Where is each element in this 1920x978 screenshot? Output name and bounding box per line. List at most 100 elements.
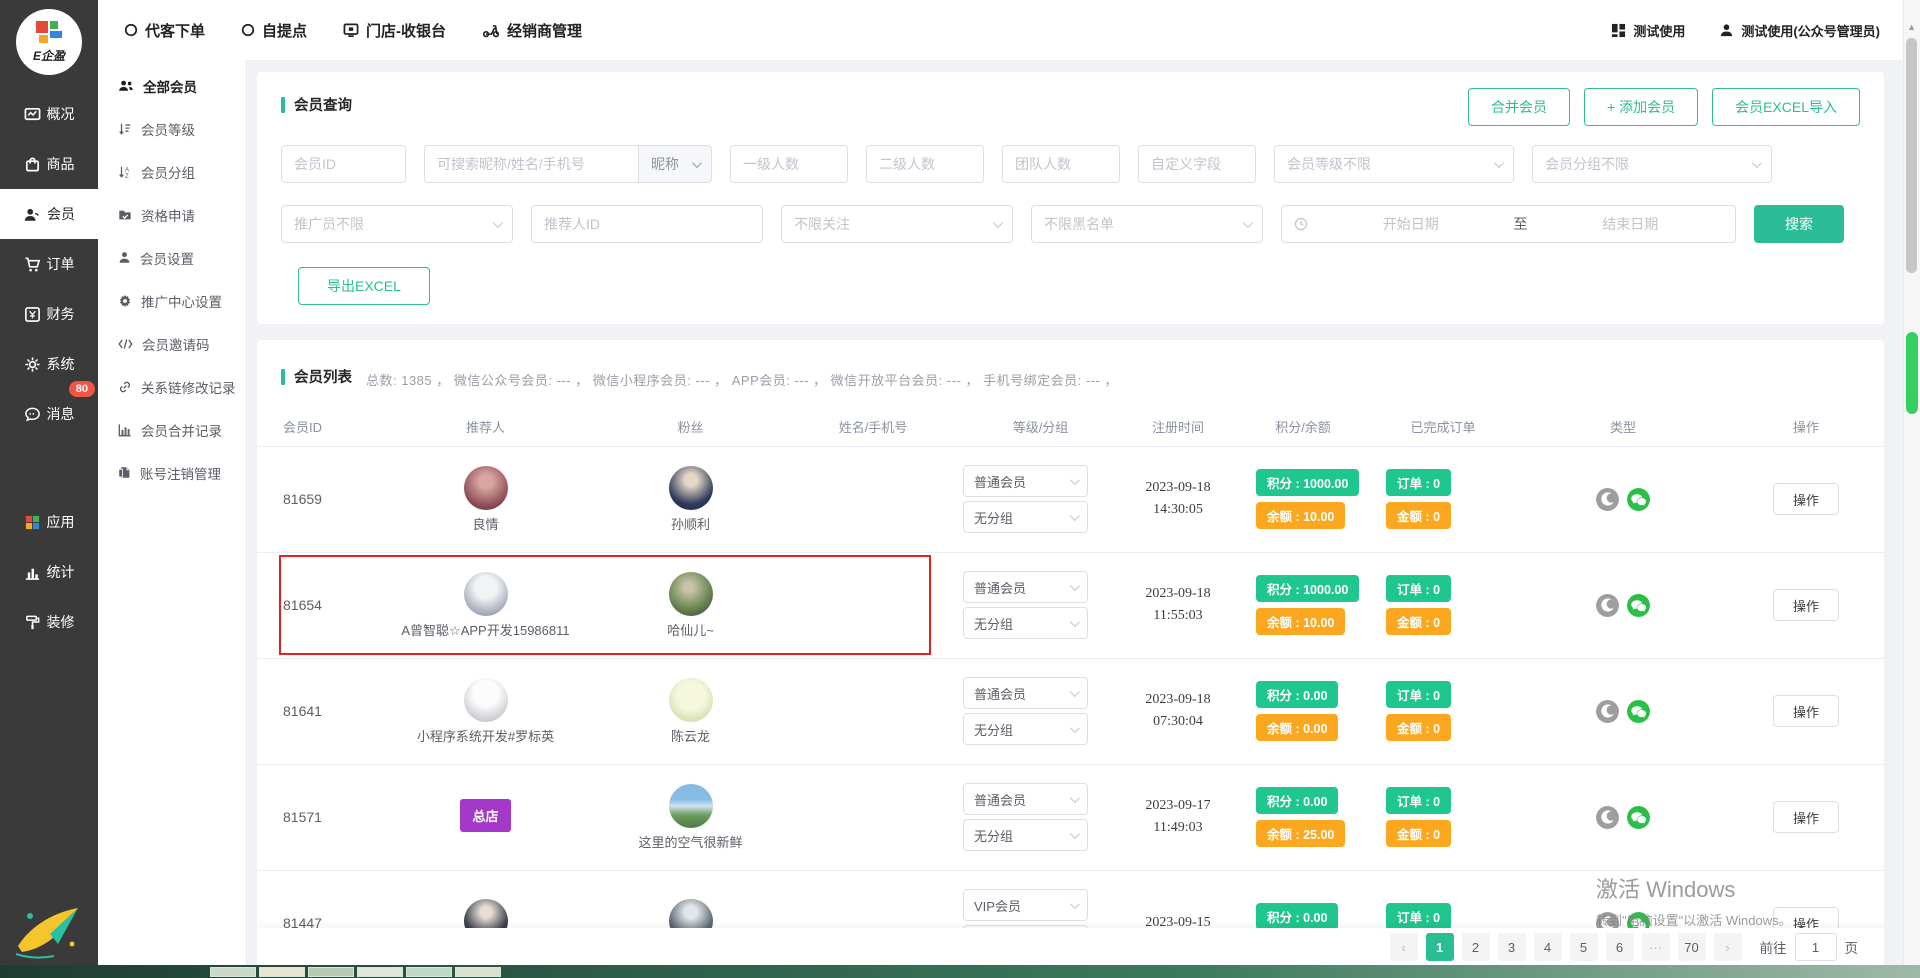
row-action-button[interactable]: 操作: [1773, 695, 1839, 727]
row-action-button[interactable]: 操作: [1773, 483, 1839, 515]
sidebar-item-goods[interactable]: 商品: [0, 139, 98, 189]
submenu-item-file[interactable]: 账号注销管理: [98, 451, 245, 494]
row-action-button[interactable]: 操作: [1773, 589, 1839, 621]
row-level-select[interactable]: VIP会员: [963, 889, 1088, 921]
submenu-item-sortlevel[interactable]: 会员等级: [98, 107, 245, 150]
page-button-2[interactable]: 2: [1462, 933, 1490, 961]
referrer-avatar[interactable]: [464, 572, 508, 616]
sidebar-item-message[interactable]: 消息80: [0, 389, 98, 439]
start-date-placeholder[interactable]: 开始日期: [1318, 214, 1504, 234]
chevron-down-icon: [1243, 218, 1253, 228]
export-excel-button[interactable]: 导出EXCEL: [298, 267, 430, 305]
promoter-select[interactable]: 推广员不限: [281, 205, 513, 243]
member-level-select[interactable]: 会员等级不限: [1274, 145, 1514, 183]
register-time: 07:30:04: [1118, 711, 1238, 733]
scrollbar-track[interactable]: ▲: [1903, 0, 1920, 965]
register-date: 2023-09-18: [1118, 689, 1238, 711]
level1-count-input[interactable]: [730, 145, 848, 183]
title-accent-bar: [281, 369, 285, 385]
row-level-select[interactable]: 普通会员: [963, 677, 1088, 709]
submenu-item-person[interactable]: 会员设置: [98, 236, 245, 279]
member-excel-import-button[interactable]: 会员EXCEL导入: [1712, 88, 1860, 126]
goto-page-input[interactable]: [1795, 933, 1837, 961]
floating-widget[interactable]: [1906, 332, 1918, 414]
fan-avatar[interactable]: [669, 678, 713, 722]
topnav-item[interactable]: 门店-收银台: [343, 20, 446, 41]
balance-badge: 余额 : 10.00: [1256, 608, 1345, 635]
prev-page-button[interactable]: ‹: [1390, 933, 1418, 961]
member-group-select[interactable]: 会员分组不限: [1532, 145, 1772, 183]
sidebar-item-order[interactable]: 订单: [0, 239, 98, 289]
next-page-button[interactable]: ›: [1714, 933, 1742, 961]
blacklist-filter-select[interactable]: 不限黑名单: [1031, 205, 1263, 243]
row-group-select[interactable]: 无分组: [963, 607, 1088, 639]
submenu-item-users[interactable]: 全部会员: [98, 64, 245, 107]
table-row: 81571 总店 这里的空气很新鲜 普通会员 无分组 2023-09-17 11…: [257, 765, 1884, 871]
query-row-3: 导出EXCEL: [281, 267, 1860, 305]
sidebar-item-member[interactable]: 会员: [0, 189, 98, 239]
submenu-item-sortaz[interactable]: AZ会员分组: [98, 150, 245, 193]
desktop-taskbar-sliver: [0, 965, 1920, 978]
submenu-item-gearsolid[interactable]: 推广中心设置: [98, 279, 245, 322]
sidebar-item-finance[interactable]: 财务: [0, 289, 98, 339]
topnav-user-item[interactable]: 测试使用: [1611, 21, 1685, 40]
table-row: 81654 A曾智聪☆APP开发15986811 哈仙儿~ 普通会员 无分组 2…: [257, 553, 1884, 659]
referrer-avatar[interactable]: [464, 466, 508, 510]
row-level-select[interactable]: 普通会员: [963, 571, 1088, 603]
custom-field-input[interactable]: [1138, 145, 1256, 183]
page-button-4[interactable]: 4: [1534, 933, 1562, 961]
stats-icon: [24, 564, 41, 581]
keyword-input[interactable]: [424, 145, 638, 183]
fan-avatar[interactable]: [669, 784, 713, 828]
register-date-range-picker[interactable]: 开始日期 至 结束日期: [1281, 205, 1736, 243]
referrer-name: 良情: [472, 514, 498, 533]
end-date-placeholder[interactable]: 结束日期: [1538, 214, 1724, 234]
fan-avatar[interactable]: [669, 572, 713, 616]
page-button-6[interactable]: 6: [1606, 933, 1634, 961]
open-platform-icon: [1595, 487, 1620, 512]
grid-icon: [1611, 23, 1626, 38]
scrollbar-thumb[interactable]: [1906, 38, 1917, 273]
team-count-input[interactable]: [1002, 145, 1120, 183]
orders-badge: 订单 : 0: [1386, 575, 1451, 602]
topnav-item[interactable]: 经销商管理: [482, 20, 582, 41]
row-level-select[interactable]: 普通会员: [963, 783, 1088, 815]
referrer-avatar[interactable]: [464, 678, 508, 722]
page-ellipsis[interactable]: ···: [1642, 933, 1670, 961]
keyword-type-select[interactable]: 昵称: [638, 145, 712, 183]
row-level-select[interactable]: 普通会员: [963, 465, 1088, 497]
topnav-user-item[interactable]: 测试使用(公众号管理员): [1719, 21, 1880, 40]
search-button[interactable]: 搜索: [1754, 205, 1844, 243]
submenu-item-link[interactable]: 关系链修改记录: [98, 365, 245, 408]
page-button-1[interactable]: 1: [1426, 933, 1454, 961]
topnav-item[interactable]: 代客下单: [124, 20, 205, 41]
sidebar-item-apps[interactable]: 应用: [0, 497, 98, 547]
wechat-icon: [1626, 487, 1651, 512]
submenu-item-foldercheck[interactable]: 资格申请: [98, 193, 245, 236]
submenu-item-code[interactable]: 会员邀请码: [98, 322, 245, 365]
sidebar-item-stats[interactable]: 统计: [0, 547, 98, 597]
page-button-70[interactable]: 70: [1678, 933, 1706, 961]
topnav-item[interactable]: 自提点: [241, 20, 307, 41]
level2-count-input[interactable]: [866, 145, 984, 183]
page-button-3[interactable]: 3: [1498, 933, 1526, 961]
sidebar-item-overview[interactable]: 概况: [0, 89, 98, 139]
register-time-cell: 2023-09-18 14:30:05: [1118, 477, 1238, 521]
scrollbar-up-arrow[interactable]: ▲: [1907, 22, 1916, 32]
row-group-select[interactable]: 无分组: [963, 501, 1088, 533]
row-group-select[interactable]: 无分组: [963, 819, 1088, 851]
member-id-input[interactable]: [281, 145, 406, 183]
app-logo[interactable]: E企盈: [16, 9, 82, 75]
row-action-button[interactable]: 操作: [1773, 801, 1839, 833]
referrer-id-input[interactable]: [531, 205, 763, 243]
sidebar-item-decorate[interactable]: 装修: [0, 597, 98, 647]
submenu-item-chart[interactable]: 会员合并记录: [98, 408, 245, 451]
fan-avatar[interactable]: [669, 466, 713, 510]
follow-filter-select[interactable]: 不限关注: [781, 205, 1013, 243]
wechat-icon: [1626, 805, 1651, 830]
page-button-5[interactable]: 5: [1570, 933, 1598, 961]
member-list-panel: 会员列表 总数: 1385 ， 微信公众号会员: --- ， 微信小程序会员: …: [257, 340, 1884, 966]
add-member-button[interactable]: + 添加会员: [1584, 88, 1698, 126]
merge-member-button[interactable]: 合并会员: [1468, 88, 1570, 126]
row-group-select[interactable]: 无分组: [963, 713, 1088, 745]
